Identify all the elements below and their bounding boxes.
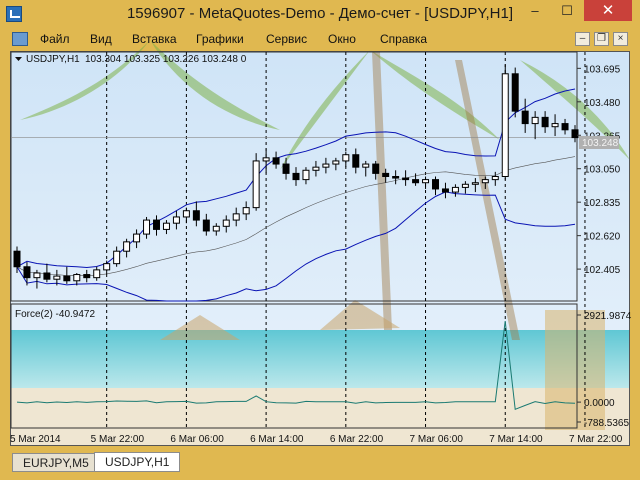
- candle-body: [352, 154, 360, 168]
- candle-body: [93, 269, 101, 279]
- candle-body: [13, 250, 21, 268]
- price-axis-label: 103.695: [584, 64, 621, 75]
- force-axis-label: 0.0000: [584, 398, 615, 409]
- candle-body: [282, 163, 290, 174]
- price-axis-label: 102.835: [584, 198, 621, 209]
- candle-body: [252, 160, 260, 209]
- candle-body: [422, 179, 430, 184]
- time-axis-label: 6 Mar 06:00: [170, 434, 224, 445]
- chart-tab-bar: EURJPY,M5 USDJPY,H1: [10, 452, 630, 472]
- current-price-label: 103.248: [582, 138, 619, 149]
- candle-body: [43, 272, 51, 280]
- candle-body: [302, 169, 310, 181]
- price-axis-label: 102.620: [584, 232, 621, 243]
- candle-body: [432, 179, 439, 190]
- price-chart[interactable]: 5 Mar 2014 5 Mar 22:00 6 Mar 06:00 6 Mar 14…: [0, 0, 640, 480]
- candle-body: [192, 210, 200, 221]
- price-axis-label: 102.405: [584, 265, 621, 276]
- candle-body: [143, 219, 151, 235]
- time-axis-label: 5 Mar 22:00: [91, 434, 145, 445]
- force-axis-label: -788.5365: [584, 418, 629, 429]
- candle-body: [153, 219, 160, 230]
- candle-body: [481, 179, 489, 184]
- tab-eurjpy-m5[interactable]: EURJPY,M5: [12, 453, 100, 472]
- chart-menu-arrow-icon[interactable]: [15, 57, 22, 61]
- candle-body: [73, 274, 81, 282]
- force-index-line: [16, 320, 576, 411]
- candle-body: [322, 163, 330, 168]
- candle-body: [222, 219, 230, 227]
- candle-body: [471, 182, 479, 185]
- time-axis-label: 6 Mar 22:00: [330, 434, 384, 445]
- time-axis-label: 6 Mar 14:00: [250, 434, 304, 445]
- candle-body: [262, 157, 270, 162]
- candle-body: [372, 163, 380, 174]
- candle-body: [63, 275, 71, 282]
- candle-body: [292, 172, 300, 181]
- candle-body: [162, 222, 170, 230]
- candle-body: [202, 219, 210, 232]
- candle-body: [382, 172, 390, 177]
- candle-body: [551, 123, 559, 128]
- candle-body: [561, 123, 569, 131]
- candle-body: [123, 241, 131, 252]
- candle-body: [362, 163, 370, 168]
- candle-body: [133, 233, 141, 243]
- force-index-series: [16, 320, 576, 411]
- price-axis-label: 103.480: [584, 98, 621, 109]
- candle-body: [541, 116, 549, 128]
- candle-body: [33, 272, 41, 279]
- candle-body: [461, 183, 469, 188]
- time-axis-label: 5 Mar 2014: [10, 434, 61, 445]
- candle-body: [402, 177, 410, 181]
- candle-body: [312, 166, 320, 171]
- candle-body: [242, 207, 250, 215]
- candle-body: [451, 186, 459, 193]
- candle-body: [571, 129, 579, 139]
- candle-body: [83, 274, 91, 279]
- candle-body: [342, 154, 350, 162]
- candle-body: [491, 176, 499, 181]
- bollinger-lower-band: [16, 191, 576, 302]
- candle-body: [23, 266, 31, 279]
- symbol-label: USDJPY,H1: [26, 54, 80, 65]
- force-axis-label: 2921.9874: [584, 311, 632, 322]
- candle-body: [412, 179, 420, 184]
- candle-body: [232, 213, 240, 221]
- candle-body: [212, 225, 220, 232]
- candle-body: [53, 275, 61, 280]
- candle-body: [172, 216, 180, 224]
- time-axis-label: 7 Mar 06:00: [410, 434, 464, 445]
- time-axis-label: 7 Mar 22:00: [569, 434, 623, 445]
- ohlc-label: 103.304 103.325 103.226 103.248 0: [85, 54, 247, 65]
- time-axis-label: 7 Mar 14:00: [489, 434, 543, 445]
- force-panel-border: [10, 303, 578, 429]
- candlestick-series: [13, 64, 579, 289]
- candle-body: [272, 157, 280, 165]
- candle-body: [332, 160, 340, 165]
- candle-body: [392, 176, 400, 179]
- force-indicator-label: Force(2) -40.9472: [15, 309, 95, 320]
- price-axis-label: 103.050: [584, 165, 621, 176]
- tab-usdjpy-h1[interactable]: USDJPY,H1: [94, 452, 181, 472]
- candle-body: [441, 188, 449, 193]
- candle-body: [511, 73, 519, 112]
- candle-body: [521, 110, 529, 125]
- candle-body: [113, 250, 121, 265]
- candle-body: [103, 263, 111, 271]
- candle-body: [501, 73, 509, 177]
- candle-body: [531, 116, 539, 125]
- candle-body: [182, 210, 190, 218]
- bollinger-bands: [16, 88, 576, 302]
